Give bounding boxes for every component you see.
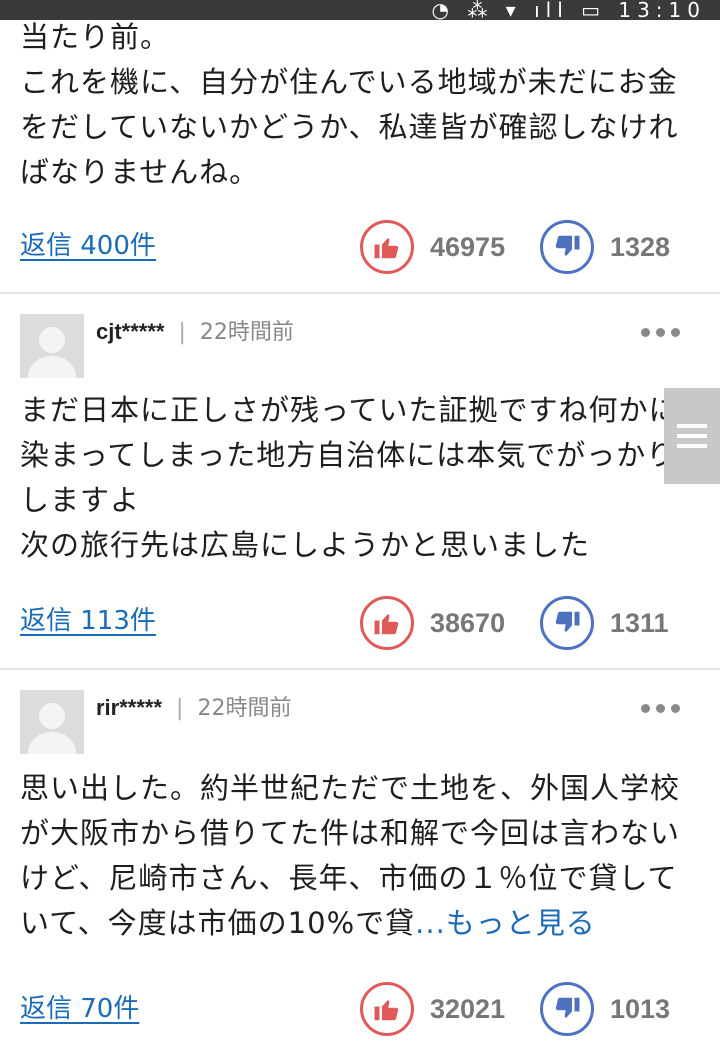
like-count: 32021 (430, 993, 506, 1024)
dislike-count: 1311 (610, 607, 669, 638)
avatar[interactable] (20, 314, 84, 378)
like-count: 38670 (430, 607, 506, 638)
thumbs-down-button[interactable] (540, 596, 594, 650)
reply-link[interactable]: 返信 400件 (20, 225, 156, 262)
avatar-placeholder-icon (28, 327, 76, 378)
like-vote[interactable]: 46975 (360, 220, 505, 274)
thumbs-down-button[interactable] (540, 982, 594, 1036)
thumbs-down-icon (555, 611, 580, 632)
more-options-icon[interactable] (641, 328, 680, 337)
dislike-vote[interactable]: 1311 (540, 596, 669, 650)
side-menu-icon[interactable] (664, 388, 720, 484)
comment-2: cjt***** | 22時間前 まだ日本に正しさが残っていた証拠ですね何かに染まっ… (0, 294, 720, 668)
username[interactable]: cjt***** (96, 319, 164, 344)
avatar-placeholder-icon (28, 703, 76, 754)
username[interactable]: rir***** (96, 695, 162, 720)
dislike-vote[interactable]: 1013 (540, 982, 670, 1036)
thumbs-up-icon (374, 614, 399, 635)
comment-body: 当たり前。 これを機に、自分が住んでいる地域が未だにお金をだしていないかどうか、… (20, 20, 679, 189)
thumbs-up-icon (374, 238, 399, 259)
more-options-icon[interactable] (641, 704, 680, 713)
thumbs-down-icon (555, 997, 580, 1018)
reply-link[interactable]: 返信 70件 (20, 988, 139, 1025)
comment-meta: rir***** | 22時間前 (96, 695, 292, 721)
comment-meta: cjt***** | 22時間前 (96, 319, 294, 345)
read-more-link[interactable]: ...もっと見る (415, 906, 596, 940)
like-vote[interactable]: 32021 (360, 982, 505, 1036)
dislike-count: 1328 (610, 231, 671, 262)
comment-3: rir***** | 22時間前 思い出した。約半世紀ただで土地を、外国人学校が大阪… (0, 670, 720, 1050)
thumbs-up-icon (374, 1000, 399, 1021)
timestamp: 22時間前 (197, 696, 292, 721)
dislike-vote[interactable]: 1328 (540, 220, 670, 274)
comment-body: まだ日本に正しさが残っていた証拠ですね何かに染まってしまった地方自治体には本気で… (20, 393, 679, 562)
comment-body: 思い出した。約半世紀ただで土地を、外国人学校が大阪市から借りてた件は和解で今回は… (20, 766, 690, 946)
thumbs-up-button[interactable] (360, 596, 414, 650)
reply-link[interactable]: 返信 113件 (20, 600, 156, 637)
thumbs-down-button[interactable] (540, 220, 594, 274)
thumbs-down-icon (555, 235, 580, 256)
dislike-count: 1013 (610, 993, 671, 1024)
like-count: 46975 (430, 231, 506, 262)
thumbs-up-button[interactable] (360, 982, 414, 1036)
comment-1: 当たり前。 これを機に、自分が住んでいる地域が未だにお金をだしていないかどうか、… (0, 0, 720, 292)
timestamp: 22時間前 (199, 320, 294, 345)
thumbs-up-button[interactable] (360, 220, 414, 274)
avatar[interactable] (20, 690, 84, 754)
like-vote[interactable]: 38670 (360, 596, 505, 650)
